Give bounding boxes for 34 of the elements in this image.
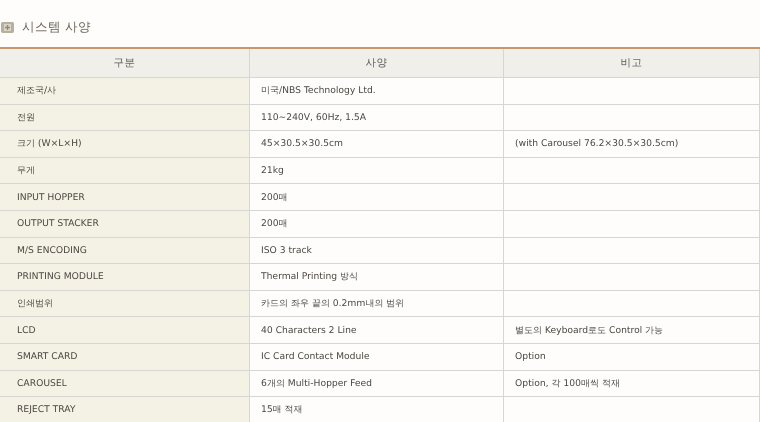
column-header: 사양 [250,49,504,78]
table-cell: 크기 (W×L×H) [0,131,250,158]
table-cell: Option [504,344,760,371]
table-cell: 200매 [250,210,504,238]
table-cell: 110~240V, 60Hz, 1.5A [250,104,504,132]
table-cell: M/S ENCODING [0,238,250,264]
table-cell: 45×30.5×30.5cm [250,131,504,158]
table-cell: ISO 3 track [250,238,504,264]
table-cell: OUTPUT STACKER [0,210,250,238]
table-cell: PRINTING MODULE [0,264,250,291]
plus-square-icon [1,22,14,32]
section-title: 시스템 사양 [22,18,91,36]
table-cell: 21kg [250,158,504,184]
table-cell: 인쇄범위 [0,290,250,318]
table-cell: SMART CARD [0,344,250,371]
table-cell: 별도의 Keyboard로도 Control 가능 [504,317,760,344]
column-header: 비고 [504,49,760,78]
table-cell: CAROUSEL [0,370,250,398]
table-cell: 무게 [0,158,250,184]
table-cell: IC Card Contact Module [250,344,504,371]
table-cell: (with Carousel 76.2×30.5×30.5cm) [504,131,760,158]
table-cell: 미국/NBS Technology Ltd. [250,78,504,105]
table-cell: INPUT HOPPER [0,184,250,211]
table-cell: Thermal Printing 방식 [250,264,504,291]
column-header: 구분 [0,49,250,78]
table-cell: LCD [0,317,250,344]
table-cell: 40 Characters 2 Line [250,317,504,344]
table-cell: 6개의 Multi-Hopper Feed [250,370,504,398]
table-cell: 제조국/사 [0,78,250,105]
table-cell: 카드의 좌우 끝의 0.2mm내의 범위 [250,290,504,318]
table-cell: Option, 각 100매씩 적재 [504,370,760,398]
table-cell: 전원 [0,104,250,132]
table-cell: 200매 [250,184,504,211]
table-cell: REJECT TRAY [0,397,250,422]
